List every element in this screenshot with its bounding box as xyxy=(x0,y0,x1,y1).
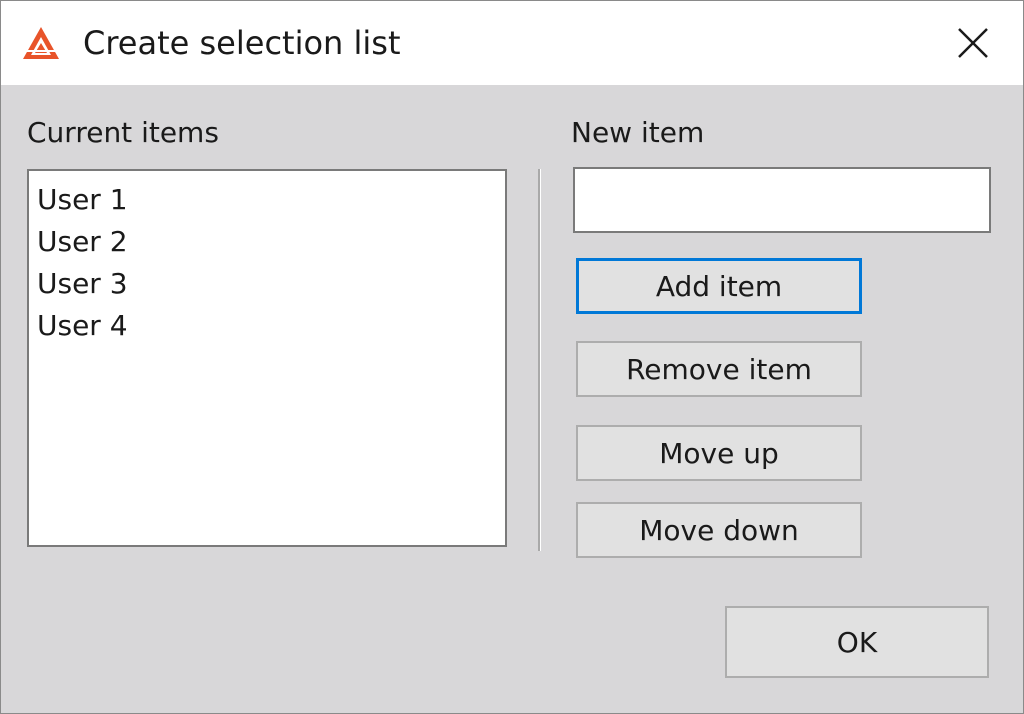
ok-button[interactable]: OK xyxy=(725,606,989,678)
add-item-button[interactable]: Add item xyxy=(576,258,862,314)
title-bar: Create selection list xyxy=(1,1,1023,85)
move-down-button[interactable]: Move down xyxy=(576,502,862,558)
create-selection-list-dialog: Create selection list Current items User… xyxy=(0,0,1024,714)
close-button[interactable] xyxy=(941,15,1005,71)
list-item[interactable]: User 2 xyxy=(37,221,505,263)
new-item-label: New item xyxy=(571,116,705,149)
current-items-label: Current items xyxy=(27,116,219,149)
app-logo-icon xyxy=(23,27,59,59)
list-item[interactable]: User 1 xyxy=(37,179,505,221)
list-item[interactable]: User 4 xyxy=(37,305,505,347)
new-item-input[interactable] xyxy=(573,167,991,233)
window-title: Create selection list xyxy=(83,24,401,62)
vertical-divider xyxy=(538,169,541,551)
current-items-list[interactable]: User 1 User 2 User 3 User 4 xyxy=(27,169,507,547)
move-up-button[interactable]: Move up xyxy=(576,425,862,481)
remove-item-button[interactable]: Remove item xyxy=(576,341,862,397)
close-icon[interactable] xyxy=(957,27,989,59)
list-item[interactable]: User 3 xyxy=(37,263,505,305)
